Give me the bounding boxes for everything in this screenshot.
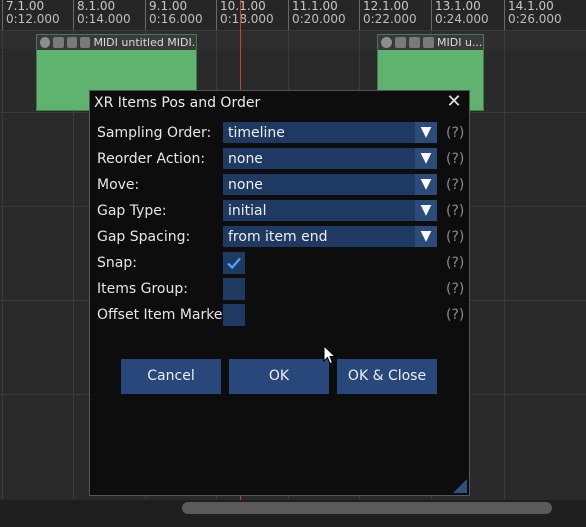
- select-value: timeline: [228, 125, 285, 141]
- dropdown-arrow-icon[interactable]: ▼: [415, 174, 437, 195]
- dropdown-arrow-icon[interactable]: ▼: [415, 148, 437, 169]
- item-notes-icon[interactable]: [409, 37, 420, 48]
- item-mute-icon[interactable]: [381, 37, 392, 48]
- gap-type-row: Gap Type: initial ▼ (?): [97, 200, 467, 222]
- resize-grip-icon[interactable]: [453, 479, 467, 493]
- field-label: Snap:: [97, 255, 137, 271]
- items-group-checkbox[interactable]: [223, 278, 245, 300]
- select-value: none: [228, 151, 263, 167]
- sampling-order-select[interactable]: timeline ▼: [223, 122, 437, 143]
- dialog-title: XR Items Pos and Order: [94, 95, 261, 111]
- time-label: 0:12.000: [6, 12, 60, 26]
- help-icon[interactable]: (?): [446, 255, 464, 271]
- help-icon[interactable]: (?): [446, 151, 464, 167]
- item-title: MIDI u...: [437, 36, 483, 49]
- reorder-action-row: Reorder Action: none ▼ (?): [97, 148, 467, 170]
- field-label: Items Group:: [97, 281, 188, 297]
- gap-spacing-row: Gap Spacing: from item end ▼ (?): [97, 226, 467, 248]
- time-label: 0:20.000: [292, 12, 346, 26]
- grid-line: [2, 31, 3, 499]
- ruler-tick: 12.1.00 0:22.000: [359, 0, 429, 30]
- time-label: 0:22.000: [363, 12, 417, 26]
- ruler-tick: 8.1.00 0:14.000: [73, 0, 143, 30]
- select-value: from item end: [228, 229, 328, 245]
- help-icon[interactable]: (?): [446, 125, 464, 141]
- dropdown-arrow-icon[interactable]: ▼: [415, 200, 437, 221]
- help-icon[interactable]: (?): [446, 229, 464, 245]
- select-value: initial: [228, 203, 267, 219]
- sampling-order-row: Sampling Order: timeline ▼ (?): [97, 122, 467, 144]
- item-header[interactable]: MIDI u...: [378, 35, 483, 50]
- ok-close-button[interactable]: OK & Close: [337, 359, 437, 394]
- item-lock-icon[interactable]: [53, 37, 64, 48]
- move-row: Move: none ▼ (?): [97, 174, 467, 196]
- gap-type-select[interactable]: initial ▼: [223, 200, 437, 221]
- item-lock-icon[interactable]: [395, 37, 406, 48]
- items-pos-order-dialog: XR Items Pos and Order ✕ Sampling Order:…: [89, 90, 470, 496]
- mouse-pointer-icon: [323, 345, 337, 365]
- item-title: MIDI untitled MIDI...: [93, 36, 196, 49]
- ok-button[interactable]: OK: [229, 359, 329, 394]
- dropdown-arrow-icon[interactable]: ▼: [415, 122, 437, 143]
- gap-spacing-select[interactable]: from item end ▼: [223, 226, 437, 247]
- select-value: none: [228, 177, 263, 193]
- ruler-tick: 11.1.00 0:20.000: [288, 0, 358, 30]
- offset-item-marker-checkbox[interactable]: [223, 304, 245, 326]
- field-label: Sampling Order:: [97, 125, 212, 141]
- item-fx-icon[interactable]: [80, 37, 91, 48]
- checkmark-icon: [227, 257, 241, 270]
- help-icon[interactable]: (?): [446, 203, 464, 219]
- close-icon[interactable]: ✕: [445, 93, 463, 111]
- timeline-ruler[interactable]: 7.1.00 0:12.000 8.1.00 0:14.000 9.1.00 0:16…: [0, 0, 586, 31]
- move-select[interactable]: none ▼: [223, 174, 437, 195]
- field-label: Offset Item Marker:: [97, 307, 233, 323]
- ruler-tick: 7.1.00 0:12.000: [2, 0, 72, 30]
- field-label: Move:: [97, 177, 140, 193]
- item-notes-icon[interactable]: [66, 37, 78, 48]
- time-label: 0:16.000: [149, 12, 203, 26]
- help-icon[interactable]: (?): [446, 177, 464, 193]
- time-label: 0:26.000: [508, 12, 562, 26]
- ruler-tick: 13.1.00 0:24.000: [431, 0, 501, 30]
- ruler-tick: 9.1.00 0:16.000: [145, 0, 215, 30]
- grid-line: [504, 31, 505, 499]
- ruler-tick: 14.1.00 0:26.000: [504, 0, 574, 30]
- item-mute-icon[interactable]: [40, 37, 51, 48]
- ruler-tick: 10.1.00 0:18.000: [216, 0, 286, 30]
- reorder-action-select[interactable]: none ▼: [223, 148, 437, 169]
- time-label: 0:14.000: [77, 12, 131, 26]
- field-label: Gap Spacing:: [97, 229, 191, 245]
- scrollbar-thumb[interactable]: [182, 502, 552, 514]
- snap-checkbox[interactable]: [223, 252, 245, 274]
- time-label: 0:18.000: [220, 12, 274, 26]
- field-label: Reorder Action:: [97, 151, 206, 167]
- help-icon[interactable]: (?): [446, 281, 464, 297]
- field-label: Gap Type:: [97, 203, 167, 219]
- offset-item-marker-row: Offset Item Marker: (?): [97, 304, 467, 326]
- items-group-row: Items Group: (?): [97, 278, 467, 300]
- item-header[interactable]: MIDI untitled MIDI...: [37, 35, 196, 50]
- snap-row: Snap: (?): [97, 252, 467, 274]
- cancel-button[interactable]: Cancel: [121, 359, 221, 394]
- time-label: 0:24.000: [435, 12, 489, 26]
- dropdown-arrow-icon[interactable]: ▼: [415, 226, 437, 247]
- help-icon[interactable]: (?): [446, 307, 464, 323]
- item-fx-icon[interactable]: [423, 37, 434, 48]
